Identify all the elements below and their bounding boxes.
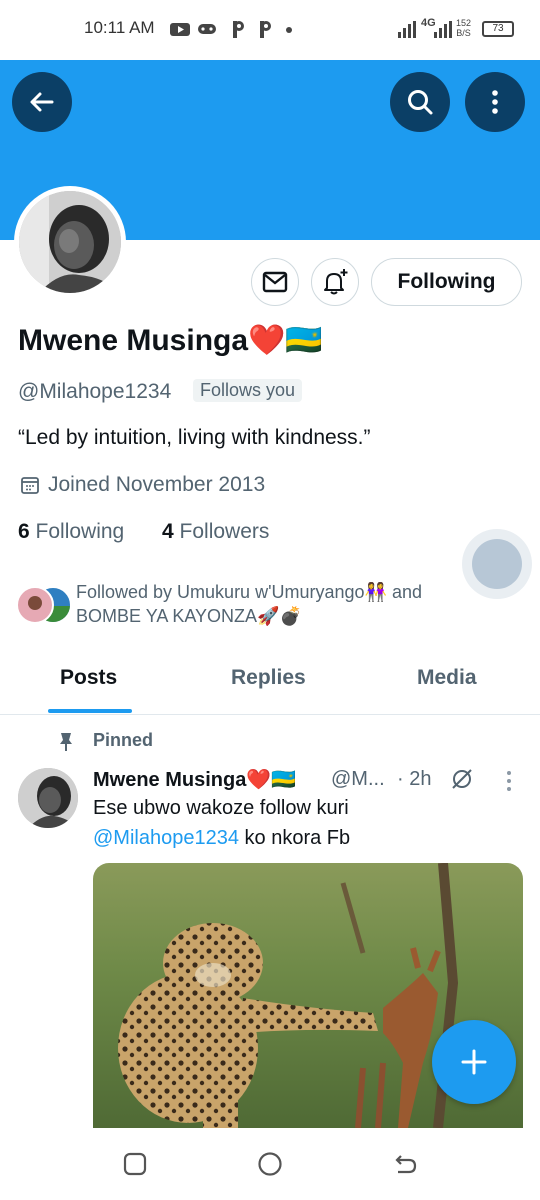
battery-indicator: 73 — [482, 21, 514, 37]
back-button[interactable] — [12, 72, 72, 132]
back-arrow-icon — [30, 92, 54, 112]
back-icon[interactable] — [392, 1152, 418, 1176]
more-options-button[interactable] — [465, 72, 525, 132]
p-icon — [233, 21, 244, 38]
post-text-rest: ko nkora Fb — [238, 827, 351, 849]
followed-by-text[interactable]: Followed by Umukuru w'Umuryango👭 and BOM… — [76, 580, 496, 628]
post-text-line: @Milahope1234 ko nkora Fb — [93, 827, 350, 850]
net-speed: 152 B/S — [456, 18, 471, 38]
grok-icon[interactable] — [450, 767, 474, 791]
post-text-line: Ese ubwo wakoze follow kuri — [93, 797, 349, 819]
tab-media[interactable]: Media — [417, 666, 477, 690]
avatar-photo — [19, 191, 121, 293]
tab-indicator — [48, 709, 132, 713]
pinned-label: Pinned — [93, 730, 154, 750]
followed-by-line: BOMBE YA KAYONZA🚀💣 — [76, 606, 302, 626]
followed-by-line: Followed by Umukuru w'Umuryango👭 and — [76, 582, 422, 602]
calendar-icon — [21, 477, 39, 494]
status-time: 10:11 AM — [84, 18, 155, 37]
search-button[interactable] — [390, 72, 450, 132]
profile-bio: “Led by intuition, living with kindness.… — [18, 426, 371, 449]
post-timestamp: · 2h — [397, 768, 432, 790]
youtube-icon — [170, 23, 190, 36]
tabs-divider — [0, 714, 540, 715]
gamepad-icon — [198, 24, 216, 34]
more-vertical-icon — [492, 90, 498, 114]
mail-icon — [262, 271, 288, 293]
post-author-handle[interactable]: @M... — [331, 768, 385, 791]
followers-count: 4 — [162, 520, 174, 543]
recents-icon[interactable] — [123, 1152, 147, 1176]
status-bar: 10:11 AM 4G 152 B/S 73 — [0, 0, 540, 60]
joined-date: Joined November 2013 — [48, 473, 266, 496]
followed-by-avatars[interactable] — [16, 586, 72, 624]
tab-replies[interactable]: Replies — [231, 666, 306, 690]
signal-icon — [398, 21, 416, 38]
net-speed-unit: B/S — [456, 28, 471, 38]
bell-plus-icon — [324, 269, 348, 295]
home-icon[interactable] — [257, 1151, 283, 1177]
post-author-avatar[interactable] — [18, 768, 78, 828]
p-icon — [260, 21, 271, 38]
compose-post-button[interactable] — [432, 1020, 516, 1104]
pin-icon — [60, 733, 72, 751]
following-count: 6 — [18, 520, 30, 543]
dot-icon — [286, 27, 292, 33]
following-stat[interactable]: 6 Following — [18, 520, 124, 544]
follower-avatar — [16, 586, 54, 624]
following-label: Following — [35, 520, 125, 543]
system-nav-bar — [0, 1128, 540, 1200]
signal-icon-2 — [434, 21, 452, 38]
post-author-name[interactable]: Mwene Musinga❤️🇷🇼 — [93, 767, 296, 792]
message-button[interactable] — [251, 258, 299, 306]
following-button[interactable]: Following — [371, 258, 522, 306]
net-speed-value: 152 — [456, 18, 472, 28]
profile-avatar[interactable] — [14, 186, 126, 298]
follows-you-badge: Follows you — [193, 379, 303, 402]
tab-posts[interactable]: Posts — [60, 666, 117, 690]
followers-label: Followers — [179, 520, 270, 543]
plus-icon — [461, 1049, 487, 1075]
profile-handle: @Milahope1234 — [18, 380, 172, 403]
notifications-button[interactable] — [311, 258, 359, 306]
display-name: Mwene Musinga❤️🇷🇼 — [18, 324, 323, 357]
search-icon — [408, 90, 433, 115]
followers-stat[interactable]: 4 Followers — [162, 520, 269, 544]
post-more-icon[interactable] — [504, 770, 514, 792]
post-mention-link[interactable]: @Milahope1234 — [93, 827, 239, 849]
